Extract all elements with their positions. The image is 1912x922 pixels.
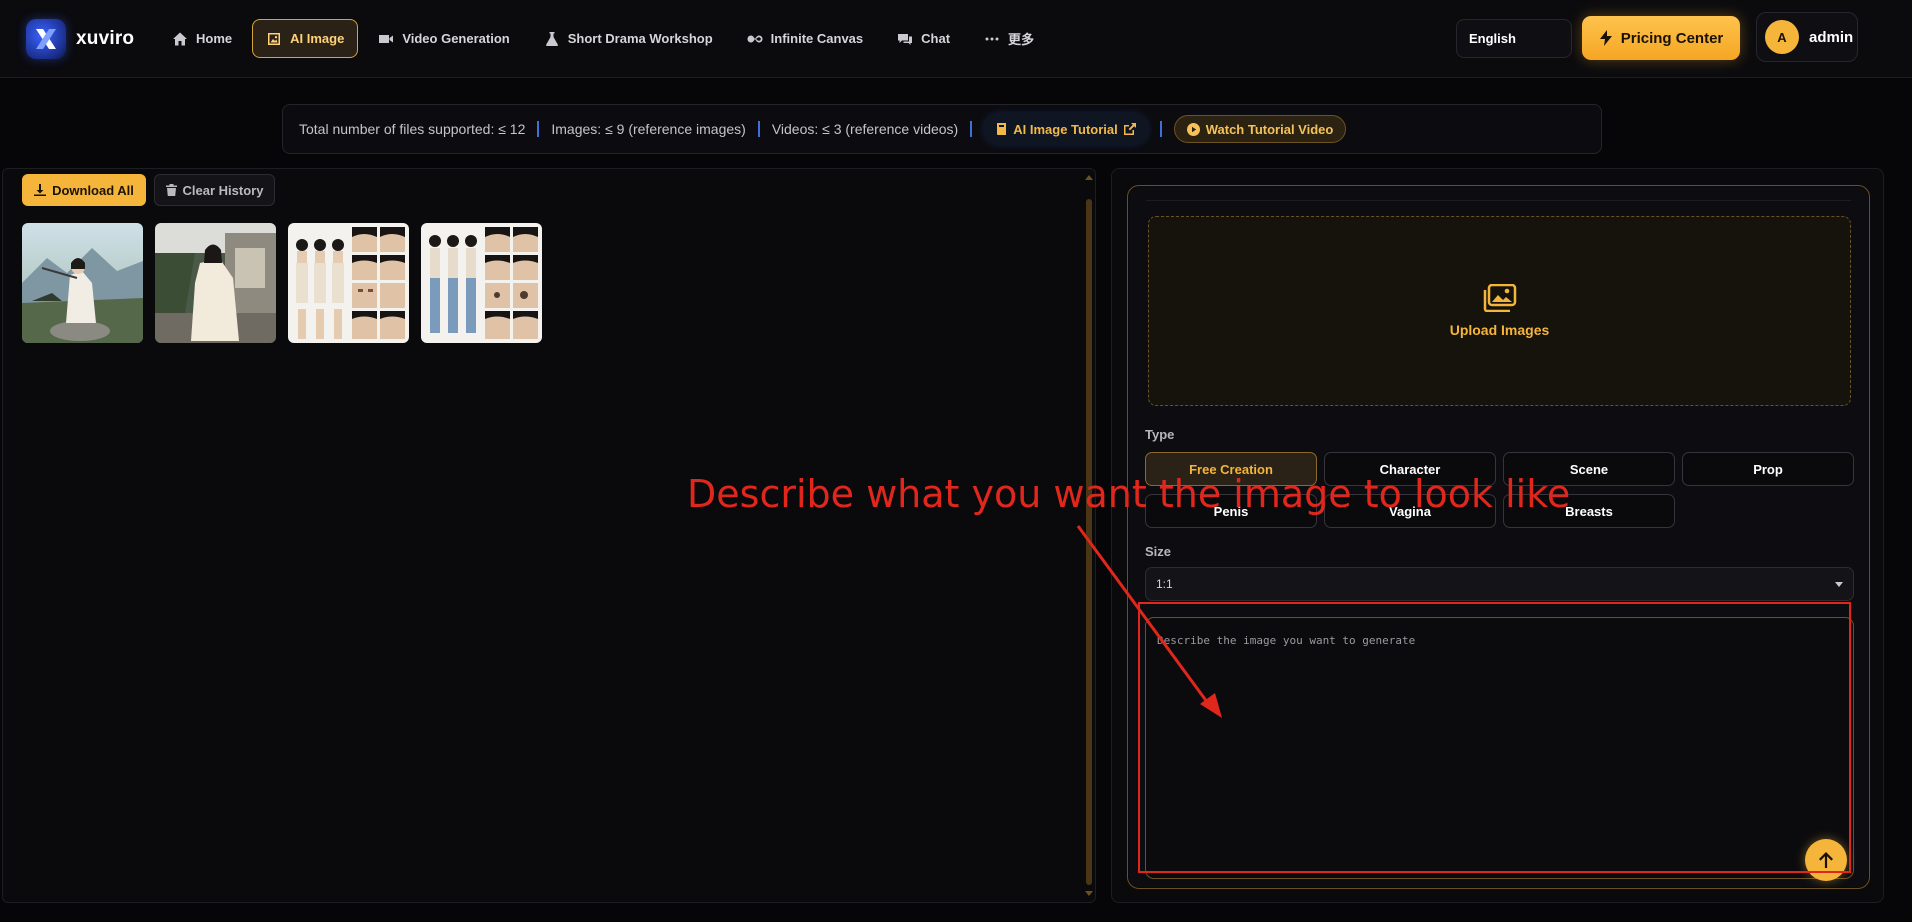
- download-all-button[interactable]: Download All: [22, 174, 146, 206]
- generated-image-thumbnail[interactable]: [155, 223, 276, 343]
- nav-infinite-canvas[interactable]: Infinite Canvas: [733, 19, 877, 58]
- nav-video-generation[interactable]: Video Generation: [364, 19, 523, 58]
- chat-icon: [898, 33, 913, 45]
- user-menu[interactable]: A admin: [1756, 12, 1858, 62]
- ai-image-tutorial-label: AI Image Tutorial: [1013, 121, 1118, 137]
- watch-tutorial-video-label: Watch Tutorial Video: [1205, 121, 1334, 137]
- pricing-center-label: Pricing Center: [1620, 29, 1724, 47]
- clear-history-button[interactable]: Clear History: [154, 174, 275, 206]
- generated-image-thumbnail[interactable]: [22, 223, 143, 343]
- username: admin: [1809, 28, 1854, 46]
- total-files-limit: Total number of files supported: ≤ 12: [299, 121, 526, 137]
- divider: [1159, 121, 1162, 137]
- generated-image-thumbnail[interactable]: [421, 223, 542, 343]
- upload-images-label: Upload Images: [1449, 322, 1550, 338]
- nav-more-label: 更多: [1008, 32, 1035, 47]
- scroll-down-icon[interactable]: [1085, 891, 1093, 896]
- divider: [757, 121, 760, 137]
- lightning-icon: [1599, 30, 1612, 46]
- watch-tutorial-video-button[interactable]: Watch Tutorial Video: [1173, 115, 1347, 143]
- home-icon: [173, 32, 187, 45]
- annotation-highlight-box: [1138, 602, 1851, 873]
- avatar: A: [1765, 20, 1799, 54]
- chevron-down-icon: [1835, 582, 1843, 587]
- top-navigation-bar: xuviro Home AI Image Video Generation Sh…: [0, 0, 1912, 78]
- images-limit: Images: ≤ 9 (reference images): [551, 121, 746, 137]
- nav-home[interactable]: Home: [158, 19, 246, 58]
- nav-home-label: Home: [196, 31, 233, 46]
- annotation-caption: Describe what you want the image to look…: [687, 472, 1571, 516]
- external-link-icon: [1123, 123, 1136, 135]
- book-icon: [997, 123, 1007, 135]
- nav-infinite-canvas-label: Infinite Canvas: [770, 31, 864, 46]
- type-option-prop[interactable]: Prop: [1682, 452, 1854, 486]
- ai-image-tutorial-link[interactable]: AI Image Tutorial: [984, 114, 1148, 144]
- nav-chat-label: Chat: [921, 31, 951, 46]
- nav-short-drama-workshop[interactable]: Short Drama Workshop: [530, 19, 727, 58]
- app-name: xuviro: [76, 28, 135, 49]
- app-logo[interactable]: xuviro: [26, 18, 134, 60]
- nav-more[interactable]: 更多: [970, 19, 1048, 58]
- divider: [1146, 200, 1851, 201]
- play-circle-icon: [1186, 122, 1200, 136]
- pricing-center-button[interactable]: Pricing Center: [1582, 16, 1740, 60]
- infinity-icon: [747, 35, 763, 42]
- image-icon: [268, 32, 281, 45]
- videos-limit: Videos: ≤ 3 (reference videos): [771, 121, 959, 137]
- divider: [537, 121, 540, 137]
- generated-image-thumbnail[interactable]: [288, 223, 409, 343]
- nav-video-generation-label: Video Generation: [402, 31, 510, 46]
- divider: [970, 121, 973, 137]
- main-nav: Home AI Image Video Generation Short Dra…: [158, 19, 1048, 58]
- nav-short-drama-workshop-label: Short Drama Workshop: [567, 31, 713, 46]
- flask-icon: [545, 31, 558, 46]
- upload-images-dropzone[interactable]: Upload Images: [1148, 216, 1851, 406]
- nav-ai-image[interactable]: AI Image: [252, 19, 359, 58]
- language-selector[interactable]: English: [1456, 19, 1572, 58]
- logo-x-icon: [26, 19, 66, 59]
- generation-history-panel: Download All Clear History: [2, 168, 1096, 903]
- video-icon: [379, 34, 394, 43]
- download-icon: [34, 184, 47, 196]
- nav-ai-image-label: AI Image: [290, 31, 345, 46]
- history-thumbnails: [22, 223, 542, 343]
- size-select[interactable]: 1:1: [1145, 567, 1854, 601]
- images-upload-icon: [1483, 284, 1516, 312]
- type-label: Type: [1145, 427, 1175, 442]
- upload-limits-bar: Total number of files supported: ≤ 12 Im…: [282, 104, 1602, 154]
- more-icon: [985, 37, 999, 40]
- scroll-up-icon[interactable]: [1085, 175, 1093, 180]
- trash-icon: [165, 184, 177, 196]
- clear-history-label: Clear History: [182, 182, 264, 198]
- download-all-label: Download All: [52, 182, 134, 198]
- nav-chat[interactable]: Chat: [883, 19, 964, 58]
